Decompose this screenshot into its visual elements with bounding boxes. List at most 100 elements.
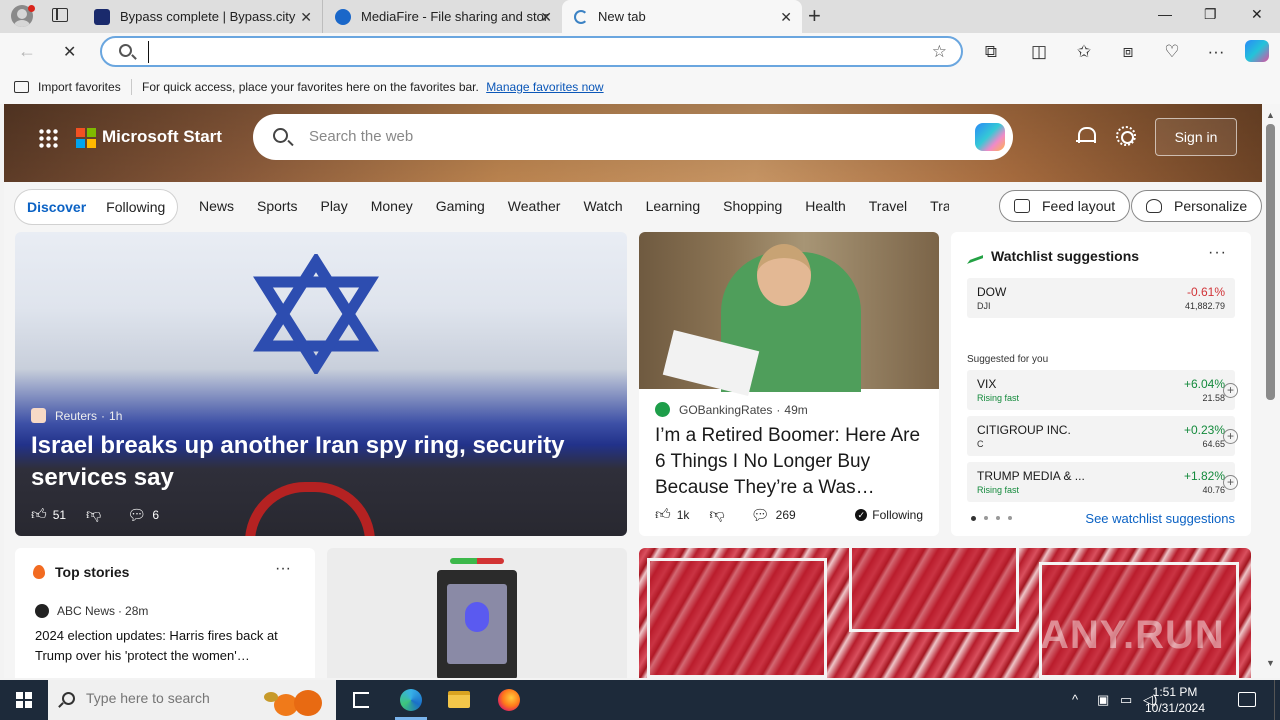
taskbar-edge[interactable]: [387, 680, 435, 720]
windows-start-icon[interactable]: [16, 692, 32, 708]
stock-row-vix[interactable]: VIX Rising fast +6.04% 21.58: [967, 370, 1235, 410]
nav-link-play[interactable]: Play: [320, 198, 347, 214]
add-to-watchlist-button[interactable]: +: [1223, 429, 1238, 444]
tab-close-icon[interactable]: ✕: [540, 9, 552, 26]
address-input[interactable]: [148, 41, 908, 63]
browser-essentials-icon[interactable]: ♡: [1162, 42, 1182, 62]
dislike-button[interactable]: 👎︎: [709, 506, 730, 524]
settings-gear-icon[interactable]: [1116, 126, 1136, 146]
show-hidden-icons-icon[interactable]: ^: [1072, 692, 1078, 707]
nav-link-shopping[interactable]: Shopping: [723, 198, 782, 214]
stock-chart-icon: [967, 248, 983, 264]
tab-mediafire[interactable]: MediaFire - File sharing and storage ✕: [322, 0, 562, 33]
brand-title[interactable]: Microsoft Start: [102, 127, 222, 147]
system-clock[interactable]: 1:51 PM 10/31/2024: [1130, 684, 1220, 716]
close-window-button[interactable]: ✕: [1251, 6, 1263, 23]
split-screen-icon[interactable]: ◫: [1029, 42, 1049, 62]
more-options-button[interactable]: ···: [275, 560, 291, 578]
news-card-boomer[interactable]: GOBankingRates · 49m I’m a Retired Boome…: [639, 232, 939, 536]
app-launcher-icon[interactable]: [38, 128, 58, 148]
task-view-icon[interactable]: [353, 692, 369, 708]
stock-row-dow[interactable]: DOW DJI -0.61% 41,882.79: [967, 278, 1235, 318]
taskbar-search[interactable]: [48, 680, 336, 720]
tab-bypass[interactable]: Bypass complete | Bypass.city ✕: [82, 0, 322, 33]
device-icon[interactable]: ▣: [1097, 692, 1109, 708]
manage-favorites-link[interactable]: Manage favorites now: [486, 80, 603, 94]
show-desktop-button[interactable]: [1274, 680, 1280, 720]
scrollbar-thumb[interactable]: [1266, 124, 1275, 400]
carousel-dots[interactable]: [971, 516, 1020, 521]
scroll-down-icon[interactable]: ▼: [1266, 658, 1275, 668]
import-favorites-label: Import favorites: [38, 80, 121, 94]
following-button[interactable]: ✓ Following: [855, 508, 923, 522]
news-card-israel[interactable]: Reuters · 1h Israel breaks up another Ir…: [15, 232, 627, 536]
browser-toolbar: ← ✕ ☆ ⧉ ◫ ✩ ⧈ ♡ ···: [0, 33, 1280, 71]
web-search-box[interactable]: Search the web: [253, 114, 1013, 160]
scroll-up-icon[interactable]: ▲: [1266, 110, 1275, 120]
tab-actions-icon[interactable]: [52, 8, 68, 22]
address-bar[interactable]: ☆: [100, 36, 963, 67]
notifications-bell-icon[interactable]: [1076, 126, 1096, 146]
tab-close-icon[interactable]: ✕: [300, 9, 312, 26]
import-favorites-button[interactable]: Import favorites: [14, 80, 121, 94]
nav-link-travel[interactable]: Travel: [869, 198, 907, 214]
feed-toggle: Discover Following: [14, 189, 179, 225]
tab-close-icon[interactable]: ✕: [780, 9, 792, 26]
dislike-button[interactable]: 👎︎: [86, 506, 107, 524]
stock-row-trump-media[interactable]: TRUMP MEDIA & ... Rising fast +1.82% 40.…: [967, 462, 1235, 502]
tab-following[interactable]: Following: [106, 199, 165, 215]
extensions-icon[interactable]: ⧉: [981, 42, 1001, 62]
nav-link-traffic[interactable]: Traf: [930, 198, 949, 214]
favorites-icon[interactable]: ✩: [1074, 42, 1094, 62]
nav-link-weather[interactable]: Weather: [508, 198, 561, 214]
nav-link-gaming[interactable]: Gaming: [436, 198, 485, 214]
sign-in-button[interactable]: Sign in: [1155, 118, 1237, 156]
reuters-logo-icon: [31, 408, 46, 423]
nav-link-news[interactable]: News: [199, 198, 234, 214]
thumbs-up-icon: 👍︎: [655, 506, 671, 523]
copilot-icon[interactable]: [1245, 40, 1269, 62]
article-headline[interactable]: Israel breaks up another Iran spy ring, …: [31, 430, 591, 494]
nav-link-watch[interactable]: Watch: [583, 198, 622, 214]
collections-icon[interactable]: ⧈: [1118, 42, 1138, 62]
news-card-device[interactable]: [327, 548, 627, 678]
article-headline[interactable]: 2024 election updates: Harris fires back…: [35, 626, 300, 666]
notifications-icon[interactable]: [1238, 692, 1256, 707]
like-button[interactable]: 👍︎ 1k: [655, 506, 689, 524]
comments-button[interactable]: 💬︎ 269: [751, 506, 796, 524]
more-options-button[interactable]: ···: [1208, 244, 1227, 262]
stop-loading-icon[interactable]: ✕: [63, 42, 76, 62]
nav-link-health[interactable]: Health: [805, 198, 845, 214]
nav-link-learning[interactable]: Learning: [646, 198, 701, 214]
see-watchlist-link[interactable]: See watchlist suggestions: [1085, 511, 1235, 526]
tab-discover[interactable]: Discover: [27, 199, 86, 215]
search-icon: [62, 692, 75, 705]
tab-new-tab[interactable]: New tab ✕: [562, 0, 802, 33]
more-menu-icon[interactable]: ···: [1206, 42, 1226, 62]
stock-symbol: DJI: [977, 301, 991, 311]
back-icon[interactable]: ←: [18, 41, 36, 62]
taskbar-file-explorer[interactable]: [435, 680, 483, 720]
article-headline[interactable]: I’m a Retired Boomer: Here Are 6 Things …: [655, 423, 927, 503]
stock-row-citigroup[interactable]: CITIGROUP INC. C +0.23% 64.65: [967, 416, 1235, 456]
favorite-star-icon[interactable]: ☆: [932, 42, 947, 62]
nav-link-money[interactable]: Money: [371, 198, 413, 214]
taskbar-firefox[interactable]: [485, 680, 533, 720]
taskbar-search-input[interactable]: [86, 690, 246, 706]
comments-button[interactable]: 💬︎ 6: [127, 506, 159, 524]
restore-button[interactable]: ❐: [1204, 6, 1217, 23]
page-scrollbar[interactable]: ▲ ▼: [1262, 104, 1280, 678]
add-to-watchlist-button[interactable]: +: [1223, 383, 1238, 398]
minimize-button[interactable]: —: [1158, 6, 1172, 22]
copilot-icon[interactable]: [975, 123, 1005, 151]
like-button[interactable]: 👍︎ 51: [31, 506, 66, 524]
new-tab-button[interactable]: +: [808, 4, 821, 28]
reactions: 👍︎ 1k 👎︎ 💬︎ 269: [655, 506, 816, 524]
nav-link-sports[interactable]: Sports: [257, 198, 297, 214]
add-to-watchlist-button[interactable]: +: [1223, 475, 1238, 490]
feed-layout-button[interactable]: Feed layout: [999, 190, 1131, 222]
clock-time: 1:51 PM: [1152, 685, 1198, 699]
personalize-button[interactable]: Personalize: [1131, 190, 1262, 222]
stock-status: Rising fast: [977, 393, 1020, 403]
star-of-david-image: [253, 254, 379, 374]
